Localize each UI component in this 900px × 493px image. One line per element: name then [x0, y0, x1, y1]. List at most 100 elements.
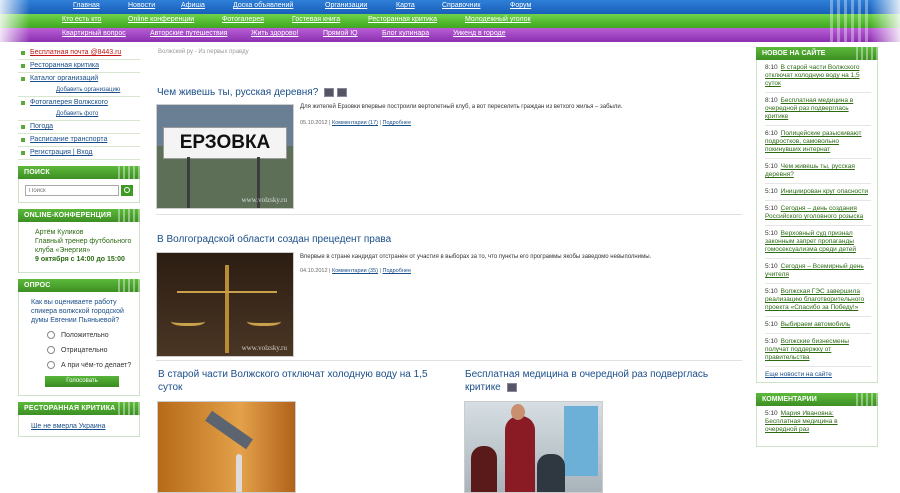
news-link[interactable]: Верховный суд признал законным запрет пр… [765, 230, 856, 253]
news-item[interactable]: 5:10 Сегодня – день создания Российского … [765, 205, 871, 226]
poll-option[interactable]: Положительно [47, 331, 133, 339]
nav-edge-right [870, 0, 900, 14]
news-item[interactable]: 5:10 Инициирован круг опасности [765, 188, 871, 201]
nav-item-home[interactable]: Главная [73, 2, 100, 9]
all-news-link[interactable]: Еще новости на сайте [765, 371, 871, 378]
radio-button[interactable] [47, 346, 55, 354]
sidebar-item-label[interactable]: Регистрация | Вход [30, 149, 92, 156]
article-image[interactable] [157, 401, 296, 493]
nav-item-youth[interactable]: Молодежный уголок [465, 16, 531, 23]
restaurant-link[interactable]: Ше не вмерла Украина [31, 423, 133, 430]
right-sidebar: НОВОЕ НА САЙТЕ 8:10 В старой части Волжск… [756, 47, 878, 447]
sidebar-item-label[interactable]: Фотогалерея Волжского [30, 99, 108, 106]
conference-box: Артём Куликов Главный тренер футбольного… [18, 222, 140, 273]
nav-item-forum[interactable]: Форум [510, 2, 531, 9]
poll-option-label: Положительно [61, 331, 109, 339]
divider [156, 214, 742, 215]
nav-item-online-conf[interactable]: Online конференции [128, 16, 194, 23]
news-link[interactable]: Бесплатная медицина в очередной раз подв… [765, 97, 853, 120]
article-title-link[interactable]: В старой части Волжского отключат холодн… [158, 369, 428, 393]
nav-stripes [830, 14, 870, 28]
news-link[interactable]: Полицейские разыскивают подростков, само… [765, 130, 862, 153]
article-title-link[interactable]: В Волгоградской области создан прецедент… [157, 234, 391, 245]
news-link[interactable]: В старой части Волжского отключат холодн… [765, 64, 860, 87]
poll-option[interactable]: Отрицательно [47, 346, 133, 354]
vote-button[interactable]: Голосовать [45, 376, 119, 387]
poll-option[interactable]: А при чём-то делает? [47, 361, 133, 369]
search-input[interactable] [25, 185, 120, 196]
radio-button[interactable] [47, 331, 55, 339]
sidebar-item-add-organization[interactable]: Добавить организацию [18, 85, 140, 97]
article-image[interactable]: www.volzsky.ru [156, 252, 294, 357]
conference-guest-name[interactable]: Артём Куликов [35, 228, 135, 237]
sidebar-item-catalog[interactable]: Каталог организаций [18, 73, 140, 85]
sidebar-item-weather[interactable]: Погода [18, 121, 140, 134]
nav-item-guestbook[interactable]: Гостевая книга [292, 16, 340, 23]
news-link[interactable]: Выбираем автомобиль [781, 321, 851, 328]
news-link[interactable]: Инициирован круг опасности [781, 188, 868, 195]
nav-item-restaurant[interactable]: Ресторанная критика [368, 16, 437, 23]
news-item[interactable]: 5:10 Верховный суд признал законным запре… [765, 230, 871, 259]
sidebar-item-mail[interactable]: Бесплатная почта @8443.ru [18, 47, 140, 60]
article-image[interactable]: ЕРЗОВКА www.volzsky.ru [156, 104, 294, 209]
article-comments-link[interactable]: Комментарии (17) [332, 120, 378, 126]
article-title[interactable]: Бесплатная медицина в очередной раз подв… [465, 368, 735, 394]
nav-item-organizations[interactable]: Организации [325, 2, 367, 9]
nav-item-iq[interactable]: Прямой IQ [323, 30, 358, 37]
nav-item-cooking-blog[interactable]: Блог кулинара [382, 30, 429, 37]
sidebar-item-label[interactable]: Ресторанная критика [30, 62, 99, 69]
sidebar-item-label[interactable]: Погода [30, 123, 53, 130]
sidebar-item-label[interactable]: Бесплатная почта @8443.ru [30, 49, 121, 56]
news-item[interactable]: 5:10 Волжские бизнесмены получат поддержк… [765, 338, 871, 367]
sidebar-item-add-photo[interactable]: Добавить фото [18, 109, 140, 121]
nav-item-health[interactable]: Жить здорово! [251, 30, 298, 37]
news-link[interactable]: Волжская ГЭС завершила реализацию благот… [765, 288, 864, 311]
article-more-link[interactable]: Подробнее [382, 120, 411, 126]
news-time: 8:10 [765, 97, 778, 104]
search-button[interactable] [121, 185, 133, 196]
nav-item-map[interactable]: Карта [396, 2, 415, 9]
sidebar-item-login[interactable]: Регистрация | Вход [18, 147, 140, 160]
nav-stripes [830, 0, 870, 14]
article-title[interactable]: В старой части Волжского отключат холодн… [158, 368, 448, 394]
news-item[interactable]: 5:10 Выбираем автомобиль [765, 321, 871, 334]
nav-item-directory[interactable]: Справочник [442, 2, 481, 9]
news-item[interactable]: 5:10 Волжская ГЭС завершила реализацию бл… [765, 288, 871, 317]
news-item[interactable]: 6:10 Полицейские разыскивают подростков, … [765, 130, 871, 159]
news-item[interactable]: 8:10 В старой части Волжского отключат хо… [765, 64, 871, 93]
nav-item-gallery[interactable]: Фотогалерея [222, 16, 264, 23]
nav-item-travel[interactable]: Авторские путешествия [150, 30, 227, 37]
article-title-link[interactable]: Бесплатная медицина в очередной раз подв… [465, 369, 708, 393]
news-item[interactable]: 5:10 Сегодня – Всемирный день учителя [765, 263, 871, 284]
sidebar-item-label[interactable]: Добавить организацию [56, 87, 120, 93]
nav-item-afisha[interactable]: Афиша [181, 2, 205, 9]
sidebar-item-label[interactable]: Добавить фото [56, 111, 98, 117]
comment-item[interactable]: 5:10 Мария Ивановна: Бесплатная медицина … [765, 410, 871, 438]
news-item[interactable]: 5:10 Чем живешь ты, русская деревня? [765, 163, 871, 184]
sign-board: ЕРЗОВКА [163, 127, 287, 159]
article-image[interactable] [464, 401, 603, 493]
bullet-icon [21, 151, 25, 155]
nav-item-weekend[interactable]: Уикенд в городе [453, 30, 506, 37]
sidebar-item-restaurant[interactable]: Ресторанная критика [18, 60, 140, 73]
sidebar-item-gallery[interactable]: Фотогалерея Волжского [18, 97, 140, 109]
nav-edge-left [0, 0, 30, 14]
radio-button[interactable] [47, 361, 55, 369]
news-link[interactable]: Сегодня – день создания Российского угол… [765, 205, 863, 220]
clinic-picture [465, 402, 602, 492]
nav-item-housing[interactable]: Квартирный вопрос [62, 30, 126, 37]
news-item[interactable]: 8:10 Бесплатная медицина в очередной раз … [765, 97, 871, 126]
article-title[interactable]: Чем живешь ты, русская деревня? [157, 87, 348, 98]
sidebar-item-label[interactable]: Каталог организаций [30, 75, 98, 82]
sidebar-item-transport[interactable]: Расписание транспорта [18, 134, 140, 147]
news-link[interactable]: Сегодня – Всемирный день учителя [765, 263, 864, 278]
article-title-link[interactable]: Чем живешь ты, русская деревня? [157, 87, 318, 98]
nav-item-ads[interactable]: Доска объявлений [233, 2, 293, 9]
news-link[interactable]: Чем живешь ты, русская деревня? [765, 163, 855, 178]
sidebar-item-label[interactable]: Расписание транспорта [30, 136, 107, 143]
article-title[interactable]: В Волгоградской области создан прецедент… [157, 234, 391, 245]
article-more-link[interactable]: Подробнее [382, 268, 411, 274]
nav-item-news[interactable]: Новости [128, 2, 155, 9]
article-comments-link[interactable]: Комментарии (35) [332, 268, 378, 274]
nav-item-who-is-who[interactable]: Кто есть кто [62, 16, 101, 23]
